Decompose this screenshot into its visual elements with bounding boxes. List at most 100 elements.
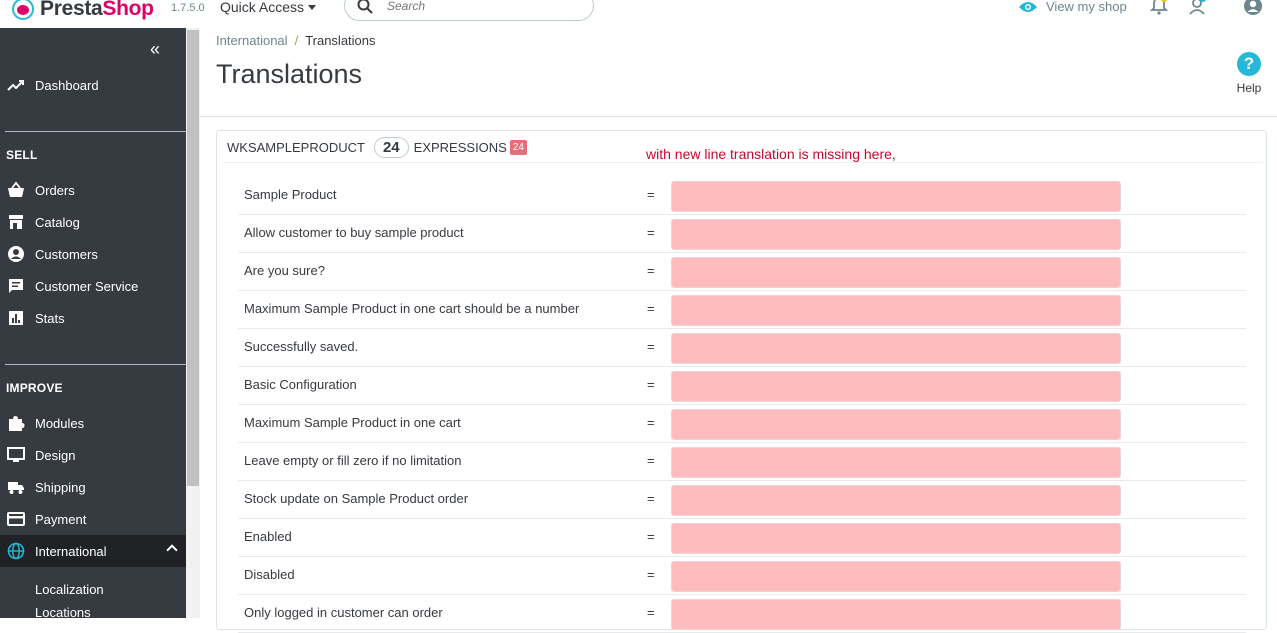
translation-input[interactable]	[671, 599, 1121, 630]
translation-input[interactable]	[671, 485, 1121, 516]
sidebar-item-catalog[interactable]: Catalog	[0, 206, 186, 238]
sidebar-item-label: Customer Service	[35, 278, 139, 294]
sidebar-item-label: Customers	[35, 246, 98, 262]
logo-text: PrestaShop	[40, 0, 154, 21]
sidebar-scrollbar[interactable]	[186, 28, 200, 618]
sidebar-item-label: Modules	[35, 415, 85, 431]
search-box[interactable]	[344, 0, 594, 21]
equals-sign: =	[647, 567, 655, 582]
collapse-sidebar-icon[interactable]: «	[150, 39, 160, 60]
annotation-note: with new line translation is missing her…	[646, 146, 896, 162]
equals-sign: =	[647, 263, 655, 278]
translation-source-label: Stock update on Sample Product order	[244, 491, 469, 506]
search-icon[interactable]	[357, 0, 373, 14]
globe-icon	[7, 542, 25, 560]
translation-source-label: Maximum Sample Product in one cart shoul…	[244, 301, 580, 316]
translation-row: Stock update on Sample Product order =	[238, 481, 1246, 519]
module-name: WKSAMPLEPRODUCT	[227, 140, 365, 155]
scrollbar-thumb[interactable]	[187, 30, 199, 486]
translation-source-label: Maximum Sample Product in one cart	[244, 415, 461, 430]
chat-icon	[9, 279, 23, 293]
translation-row: Sample Product =	[238, 177, 1246, 215]
sidebar-item-international[interactable]: International	[0, 535, 186, 567]
credit-card-icon	[7, 512, 25, 526]
equals-sign: =	[647, 453, 655, 468]
translation-source-label: Sample Product	[244, 187, 337, 202]
search-input[interactable]	[387, 0, 567, 13]
sidebar-divider	[5, 364, 186, 365]
translation-source-label: Disabled	[244, 567, 295, 582]
translation-source-label: Allow customer to buy sample product	[244, 225, 464, 240]
breadcrumb-parent-link[interactable]: International	[216, 33, 288, 48]
sidebar-subitem-localization[interactable]: Localization	[35, 582, 104, 597]
translation-row: Maximum Sample Product in one cart =	[238, 405, 1246, 443]
sidebar-item-label: Payment	[35, 511, 87, 527]
puffin-logo-icon	[12, 0, 34, 20]
trending-up-icon	[7, 80, 24, 91]
sidebar-item-label: Shipping	[35, 479, 86, 495]
breadcrumb: International / Translations	[216, 33, 376, 48]
version-label: 1.7.5.0	[171, 2, 205, 14]
puzzle-icon	[9, 416, 25, 431]
sidebar-item-customers[interactable]: Customers	[0, 238, 186, 270]
sidebar-item-label: Design	[35, 447, 76, 463]
sidebar-item-label: Orders	[35, 182, 75, 198]
translation-input[interactable]	[671, 523, 1121, 554]
sidebar-subitem-locations[interactable]: Locations	[35, 605, 91, 618]
breadcrumb-separator: /	[294, 33, 299, 48]
basket-icon	[8, 181, 24, 197]
translation-input[interactable]	[671, 257, 1121, 288]
equals-sign: =	[647, 491, 655, 506]
truck-icon	[8, 482, 24, 494]
missing-translations-badge: 24	[509, 140, 527, 155]
user-account-icon[interactable]	[1243, 0, 1263, 16]
sidebar-item-orders[interactable]: Orders	[0, 174, 186, 206]
translation-row: Are you sure? =	[238, 253, 1246, 291]
translation-row: Only logged in customer can order =	[238, 595, 1246, 633]
view-my-shop-link[interactable]: View my shop	[1018, 0, 1127, 14]
sidebar-divider	[5, 131, 186, 132]
sidebar-item-stats[interactable]: Stats	[0, 302, 186, 334]
translation-row: Leave empty or fill zero if no limitatio…	[238, 443, 1246, 481]
notifications-icon[interactable]	[1149, 0, 1169, 16]
sidebar-item-label: Catalog	[35, 214, 80, 230]
help-button[interactable]: ? Help	[1234, 52, 1264, 95]
translation-input[interactable]	[671, 219, 1121, 250]
top-header: PrestaShop 1.7.5.0 Quick Access View my …	[0, 0, 1277, 28]
sidebar-item-dashboard[interactable]: Dashboard	[0, 69, 186, 101]
caret-down-icon	[308, 4, 317, 10]
translation-input[interactable]	[671, 409, 1121, 440]
employee-icon[interactable]	[1187, 0, 1207, 16]
desktop-icon	[7, 447, 25, 462]
quick-access-menu[interactable]: Quick Access	[220, 0, 317, 15]
sidebar-item-modules[interactable]: Modules	[0, 407, 186, 439]
sidebar-item-shipping[interactable]: Shipping	[0, 471, 186, 503]
sidebar-item-label: Stats	[35, 310, 65, 326]
translation-input[interactable]	[671, 181, 1121, 212]
translation-row: Successfully saved. =	[238, 329, 1246, 367]
header-divider	[200, 116, 1277, 117]
improve-section-title: IMPROVE	[6, 381, 63, 395]
translation-input[interactable]	[671, 333, 1121, 364]
expression-count-pill: 24	[373, 137, 409, 158]
translation-input[interactable]	[671, 561, 1121, 592]
equals-sign: =	[647, 225, 655, 240]
sidebar-item-label: International	[35, 543, 107, 559]
sidebar-item-customer-service[interactable]: Customer Service	[0, 270, 186, 302]
prestashop-logo[interactable]: PrestaShop	[12, 0, 154, 21]
help-icon: ?	[1237, 52, 1261, 76]
bar-chart-icon	[9, 311, 23, 325]
logo-text-shop: Shop	[102, 0, 154, 20]
equals-sign: =	[647, 529, 655, 544]
sell-section-title: SELL	[6, 148, 38, 162]
translation-input[interactable]	[671, 295, 1121, 326]
translation-row: Basic Configuration =	[238, 367, 1246, 405]
translation-input[interactable]	[671, 371, 1121, 402]
panel-heading-divider	[222, 162, 1263, 163]
equals-sign: =	[647, 187, 655, 202]
translation-source-label: Basic Configuration	[244, 377, 357, 392]
chevron-up-icon	[166, 544, 178, 556]
translation-input[interactable]	[671, 447, 1121, 478]
sidebar-item-design[interactable]: Design	[0, 439, 186, 471]
sidebar-item-payment[interactable]: Payment	[0, 503, 186, 535]
